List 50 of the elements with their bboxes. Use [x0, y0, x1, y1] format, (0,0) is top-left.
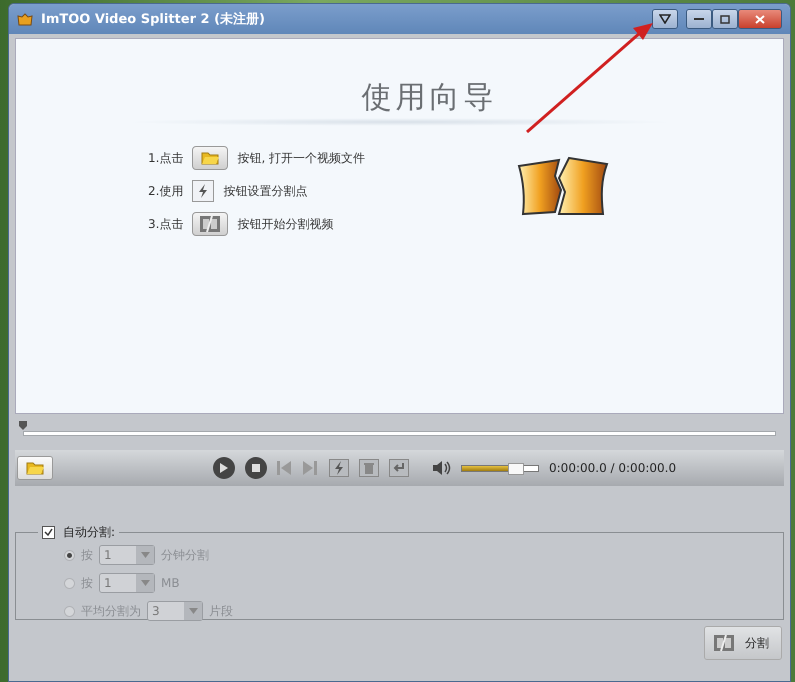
step-number: 1.点击 — [148, 150, 184, 166]
option-unit: 片段 — [209, 602, 233, 620]
close-button[interactable] — [738, 9, 782, 29]
option-label: 按 — [81, 574, 93, 592]
auto-split-checkbox[interactable] — [42, 526, 55, 539]
folder-icon — [201, 151, 220, 165]
caret-icon — [188, 608, 198, 614]
caret-icon — [140, 552, 150, 558]
dropdown-button[interactable] — [652, 9, 678, 29]
step-text: 按钮开始分割视频 — [237, 216, 334, 232]
close-icon — [755, 14, 765, 24]
caret-icon — [140, 580, 150, 586]
play-icon — [220, 463, 228, 473]
open-button[interactable] — [17, 456, 53, 480]
play-button[interactable] — [213, 457, 235, 479]
timeline-thumb[interactable] — [19, 421, 27, 430]
window-title: ImTOO Video Splitter 2 (未注册) — [41, 10, 265, 28]
time-display: 0:00:00.0 / 0:00:00.0 — [549, 461, 676, 475]
option-label: 按 — [81, 546, 93, 564]
split-button[interactable]: 分割 — [704, 626, 782, 660]
step-text: 按钮设置分割点 — [223, 182, 308, 200]
speaker-icon — [433, 461, 451, 475]
step-number: 2.使用 — [148, 182, 184, 200]
maximize-button[interactable] — [712, 9, 738, 29]
stop-icon — [252, 464, 260, 472]
trash-icon — [364, 462, 374, 474]
maximize-icon — [720, 14, 730, 24]
app-logo-icon — [17, 12, 33, 26]
split-point-button[interactable] — [329, 459, 349, 477]
volume-thumb[interactable] — [508, 462, 524, 474]
minimize-button[interactable] — [686, 9, 712, 29]
lightning-icon — [197, 184, 210, 198]
minimize-icon — [694, 17, 704, 21]
auto-split-label: 自动分割: — [63, 524, 116, 541]
option-label: 平均分割为 — [81, 602, 141, 620]
option-unit: MB — [161, 576, 180, 590]
guide-title: 使用向导 — [362, 79, 498, 117]
step-text: 按钮, 打开一个视频文件 — [237, 150, 366, 166]
return-button[interactable] — [389, 459, 409, 477]
triangle-icon — [659, 14, 671, 24]
film-strip-icon — [199, 215, 222, 233]
skip-forward-icon — [303, 461, 317, 475]
step-number: 3.点击 — [148, 216, 184, 232]
return-arrow-icon — [393, 463, 405, 473]
option-unit: 分钟分割 — [161, 546, 209, 564]
skip-back-icon — [277, 461, 291, 475]
stop-button[interactable] — [245, 457, 267, 479]
folder-icon — [26, 461, 44, 475]
film-strip-icon — [713, 634, 735, 652]
lightning-icon — [333, 461, 345, 475]
